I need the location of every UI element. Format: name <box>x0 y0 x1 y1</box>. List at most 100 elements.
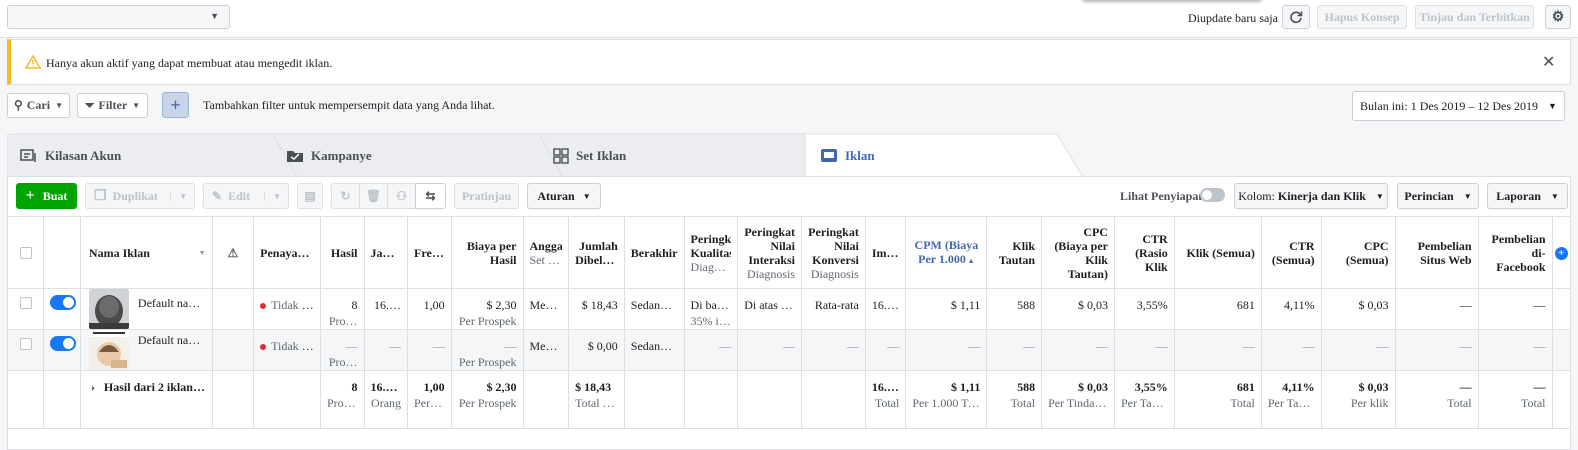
search-label: Cari <box>26 98 51 112</box>
link-clicks-cell: — <box>986 329 1043 371</box>
search-button[interactable]: ⚲ Cari ▼ <box>7 93 70 118</box>
total-reach-value: 16.580 <box>370 380 404 394</box>
ad-status-toggle[interactable] <box>50 295 77 310</box>
breakdown-dropdown[interactable]: Perincian ▼ <box>1397 183 1479 209</box>
edit-button[interactable]: ✎ Edit ▼ <box>203 183 289 209</box>
filter-button[interactable]: ⏷ Filter ▼ <box>77 93 148 118</box>
header-ctr-link[interactable]: CTR (Rasio Klik <box>1113 216 1175 289</box>
header-budget[interactable]: AnggaranSet Iklan <box>522 216 570 289</box>
header-delivery[interactable]: Penayangan <box>253 216 321 289</box>
header-quality[interactable]: Peringkat KualitasDiagnosis <box>683 216 739 289</box>
table-row[interactable]: Default na… Tidak Diset — Pro… — — — Per P… <box>6 329 1572 371</box>
header-fb-purchases[interactable]: Pembelian di-Facebook <box>1477 216 1553 289</box>
header-cpc-all[interactable]: CPC (Semua) <box>1320 216 1396 289</box>
header-amount-spent[interactable]: Jumlah Dibelanjakan <box>568 216 625 289</box>
tab-ad-sets[interactable]: Set Iklan <box>553 135 626 176</box>
table-row[interactable]: Default na… Tidak Diset 8Pro… 16.… 1,00 … <box>6 288 1572 330</box>
duplicate-button[interactable]: ❐ Duplikat ▼ <box>85 183 195 209</box>
reports-dropdown[interactable]: Laporan ▼ <box>1487 183 1568 209</box>
undo-button[interactable]: ↻ <box>331 183 359 209</box>
select-all-checkbox[interactable] <box>19 246 32 259</box>
tab-label: Iklan <box>845 147 875 163</box>
delete-button[interactable]: 🗑 <box>359 183 387 209</box>
cpc-all-cell: $ 0,03 <box>1320 288 1396 330</box>
date-range-picker[interactable]: Bulan ini: 1 Des 2019 – 12 Des 2019 ▼ <box>1352 91 1565 121</box>
quality-cell: — <box>683 329 739 371</box>
filter-hint: Tambahkan filter untuk mempersempit data… <box>203 98 495 112</box>
close-icon[interactable]: ✕ <box>1542 52 1555 72</box>
row-checkbox[interactable] <box>19 338 32 350</box>
header-cost-per-result[interactable]: Biaya per Hasil <box>450 216 524 289</box>
tab-ads[interactable]: Iklan <box>820 135 875 176</box>
header-clicks-all[interactable]: Klik (Semua) <box>1173 216 1262 289</box>
total-cpc-link-sub: Per Tindakan <box>1048 396 1108 410</box>
ads-table: Nama Iklan ▼ ⚠ Penayangan Hasil Jangkauan… <box>6 216 1572 429</box>
header-warning: ⚠ <box>211 216 255 289</box>
row-checkbox-cell <box>6 288 45 330</box>
header-web-purchases[interactable]: Pembelian Situs Web <box>1394 216 1479 289</box>
rules-button[interactable]: Aturan ▼ <box>527 183 601 209</box>
header-link-clicks[interactable]: Klik Tautan <box>986 216 1043 289</box>
header-results[interactable]: Hasil <box>319 216 365 289</box>
total-cpc-all-sub: Per klik <box>1350 396 1389 410</box>
totals-label-cell[interactable]: › Hasil dari 2 iklan i <box>79 370 213 429</box>
ad-status-toggle[interactable] <box>50 336 77 351</box>
ad-thumbnail[interactable] <box>88 330 129 370</box>
chevron-down-icon: ▼ <box>264 191 281 201</box>
review-publish-button[interactable]: Tinjau dan Terbitkan <box>1415 5 1534 29</box>
settings-button[interactable]: ⚙ <box>1545 5 1571 29</box>
chevron-down-icon: ▼ <box>1548 101 1557 111</box>
header-conversion-sub: Diagnosis <box>810 266 859 281</box>
header-cpc-link[interactable]: CPC (Biaya per Klik Tautan) <box>1041 216 1115 289</box>
create-button[interactable]: + Buat <box>16 183 77 209</box>
discard-drafts-button[interactable]: Hapus Konsep <box>1317 5 1407 29</box>
tab-account-overview[interactable]: Kilasan Akun <box>20 135 121 176</box>
ab-test-button[interactable]: ⚇ <box>387 183 415 209</box>
header-ctr-all[interactable]: CTR (Semua) <box>1260 216 1322 289</box>
tab-label: Set Iklan <box>576 147 627 163</box>
header-cpm[interactable]: CPM (Biaya Per 1.000 ▲ <box>905 216 988 289</box>
refresh-button[interactable] <box>1282 5 1310 29</box>
clipboard-button[interactable]: ▤ <box>297 183 323 209</box>
header-conversion[interactable]: Peringkat Nilai Konversi Diagnosis <box>801 216 866 289</box>
header-ends[interactable]: Berakhir <box>623 216 685 289</box>
total-clicks-all-sub: Total <box>1230 396 1255 410</box>
account-overview-icon <box>20 148 36 162</box>
header-impressions[interactable]: Impresi <box>864 216 907 289</box>
ad-name[interactable]: Default na… <box>138 295 200 311</box>
total-cost-per-result: $ 2,30 Per Prospek <box>450 370 524 429</box>
total-cpc-all: $ 0,03 Per klik <box>1320 370 1396 429</box>
warning-banner: Hanya akun aktif yang dapat membuat atau… <box>7 39 1571 85</box>
filter-label: Filter <box>98 98 128 112</box>
header-engagement[interactable]: Peringkat Nilai Interaksi Diagnosis <box>737 216 803 289</box>
total-frequency: 1,00 Per … <box>407 370 452 429</box>
swap-button[interactable]: ⇆ <box>415 183 446 209</box>
view-setup-toggle[interactable] <box>1200 188 1225 202</box>
preview-button[interactable]: Pratinjau <box>454 183 519 209</box>
columns-dropdown[interactable]: Kolom: Kinerja dan Klik ▼ <box>1234 183 1388 209</box>
clipboard-icon: ▤ <box>304 188 316 203</box>
ad-thumbnail[interactable] <box>88 289 129 329</box>
tab-campaigns[interactable]: Kampanye <box>286 135 372 176</box>
total-frequency-value: 1,00 <box>423 380 445 394</box>
totals-empty-cell <box>737 370 803 429</box>
cpc-link-cell: $ 0,03 <box>1041 288 1115 330</box>
chevron-right-icon[interactable]: › <box>91 380 95 394</box>
header-reach[interactable]: Jangkauan <box>363 216 409 289</box>
row-checkbox[interactable] <box>19 297 32 309</box>
web-purchases-cell: — <box>1394 329 1479 371</box>
quality-sub: 35% i… <box>690 314 731 328</box>
account-selector[interactable]: ▼ <box>7 5 230 29</box>
ad-name[interactable]: Default na… <box>138 332 200 348</box>
budget-cell: Meng… <box>522 288 570 330</box>
add-column-icon[interactable]: + <box>1554 247 1568 260</box>
total-cpc-all-value: $ 0,03 <box>1358 380 1389 394</box>
header-frequency[interactable]: Frekuensi <box>407 216 452 289</box>
top-bar: ▼ Diupdate baru saja Hapus Konsep Tinjau… <box>0 0 1578 38</box>
total-amount-spent-sub: Total … <box>575 396 615 410</box>
totals-row: › Hasil dari 2 iklan i 8 Prosp… 16.580 Ora… <box>6 370 1572 429</box>
add-filter-button[interactable]: + <box>162 92 189 118</box>
total-web-purchases-sub: Total <box>1447 396 1472 410</box>
warning-cell <box>211 288 255 330</box>
header-name[interactable]: Nama Iklan ▼ <box>79 216 213 289</box>
